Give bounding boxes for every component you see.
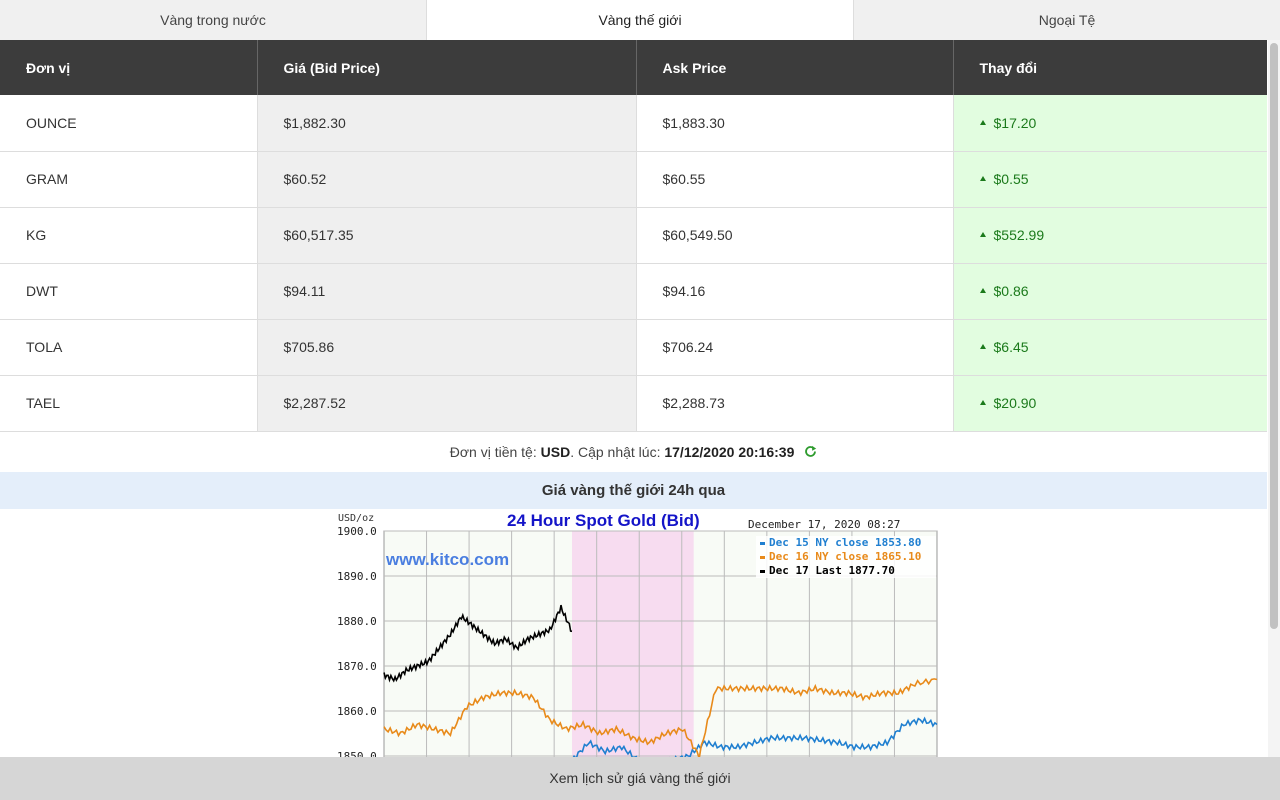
tab-foreign-currency[interactable]: Ngoại Tệ	[854, 0, 1280, 40]
currency-label: Đơn vị tiền tệ:	[449, 444, 541, 460]
cell-unit: OUNCE	[0, 95, 258, 152]
gold-24h-chart: 1900.0 1890.0 1880.0 1870.0 1860.0 1850.0 USD/…	[320, 510, 940, 758]
change-value: $0.55	[993, 171, 1029, 187]
legend-entry: Dec 16 NY close 1865.10	[769, 550, 921, 563]
cell-ask-price: $60,549.50	[636, 207, 954, 264]
cell-ask-price: $706.24	[636, 319, 954, 376]
cell-bid-price: $60,517.35	[257, 207, 637, 264]
watermark-text: www.kitco.com	[385, 550, 509, 569]
up-arrow-icon	[979, 399, 986, 405]
up-arrow-icon	[979, 119, 986, 125]
cell-ask-price: $94.16	[636, 263, 954, 320]
updated-label: . Cập nhật lúc:	[570, 444, 665, 460]
updated-timestamp: 17/12/2020 20:16:39	[664, 444, 795, 460]
table-row: TAEL $2,287.52 $2,288.73 $20.90	[0, 375, 1267, 432]
header-bid-price: Giá (Bid Price)	[257, 40, 637, 95]
scrollbar-thumb[interactable]	[1270, 43, 1278, 629]
change-value: $0.86	[993, 283, 1029, 299]
cell-change: $0.55	[953, 151, 1267, 208]
chart-timestamp: December 17, 2020 08:27	[748, 518, 900, 531]
chart-section-title: Giá vàng thế giới 24h qua	[0, 472, 1267, 509]
y-tick-label: 1900.0	[337, 525, 377, 538]
cell-change: $0.86	[953, 263, 1267, 320]
cell-bid-price: $1,882.30	[257, 95, 637, 152]
cell-bid-price: $94.11	[257, 263, 637, 320]
change-value: $552.99	[993, 227, 1045, 243]
cell-unit: GRAM	[0, 151, 258, 208]
y-tick-label: 1870.0	[337, 660, 377, 673]
table-row: GRAM $60.52 $60.55 $0.55	[0, 151, 1267, 208]
table-row: DWT $94.11 $94.16 $0.86	[0, 263, 1267, 320]
chart-title: 24 Hour Spot Gold (Bid)	[507, 511, 700, 530]
cell-unit: DWT	[0, 263, 258, 320]
change-value: $17.20	[993, 114, 1037, 131]
cell-ask-price: $1,883.30	[636, 95, 954, 152]
cell-ask-price: $2,288.73	[636, 375, 954, 432]
currency-value: USD	[540, 444, 571, 460]
up-arrow-icon	[979, 343, 986, 349]
cell-unit: TOLA	[0, 319, 258, 376]
y-unit-label: USD/oz	[338, 513, 374, 524]
y-tick-label: 1860.0	[337, 705, 377, 718]
tab-bar: Vàng trong nước Vàng thế giới Ngoại Tệ	[0, 0, 1280, 40]
up-arrow-icon	[979, 287, 986, 293]
chart-svg: 1900.01890.01880.01870.01860.01850.0USD/…	[337, 511, 938, 758]
cell-unit: KG	[0, 207, 258, 264]
cell-change: $20.90	[953, 375, 1267, 432]
cell-bid-price: $705.86	[257, 319, 637, 376]
cell-unit: TAEL	[0, 375, 258, 432]
cell-change: $6.45	[953, 319, 1267, 376]
up-arrow-icon	[979, 175, 986, 181]
header-ask-price: Ask Price	[636, 40, 954, 95]
cell-bid-price: $2,287.52	[257, 375, 637, 432]
legend-entry: Dec 17 Last 1877.70	[769, 564, 895, 577]
update-info: Đơn vị tiền tệ: USD. Cập nhật lúc: 17/12…	[0, 432, 1267, 472]
up-arrow-icon	[979, 231, 986, 237]
cell-change: $17.20	[953, 95, 1267, 152]
cell-ask-price: $60.55	[636, 151, 954, 208]
legend-swatch	[760, 556, 765, 559]
y-tick-label: 1890.0	[337, 570, 377, 583]
legend-swatch	[760, 570, 765, 573]
cell-change: $552.99	[953, 207, 1267, 264]
scrollbar[interactable]	[1268, 40, 1280, 757]
header-change: Thay đổi	[953, 40, 1267, 95]
table-header-row: Đơn vị Giá (Bid Price) Ask Price Thay đổ…	[0, 40, 1267, 95]
market-closed-band	[572, 531, 694, 758]
legend-entry: Dec 15 NY close 1853.80	[769, 536, 921, 549]
gold-price-table: Đơn vị Giá (Bid Price) Ask Price Thay đổ…	[0, 40, 1267, 432]
change-value: $20.90	[993, 395, 1037, 411]
change-value: $6.45	[993, 339, 1029, 355]
y-tick-label: 1880.0	[337, 615, 377, 628]
table-row: OUNCE $1,882.30 $1,883.30 $17.20	[0, 95, 1267, 152]
cell-bid-price: $60.52	[257, 151, 637, 208]
table-row: KG $60,517.35 $60,549.50 $552.99	[0, 207, 1267, 264]
legend-swatch	[760, 542, 765, 545]
header-unit: Đơn vị	[0, 40, 258, 95]
tab-domestic-gold[interactable]: Vàng trong nước	[0, 0, 427, 40]
refresh-icon[interactable]	[804, 432, 817, 472]
table-row: TOLA $705.86 $706.24 $6.45	[0, 319, 1267, 376]
tab-world-gold[interactable]: Vàng thế giới	[427, 0, 854, 40]
view-history-button[interactable]: Xem lịch sử giá vàng thế giới	[0, 757, 1280, 800]
